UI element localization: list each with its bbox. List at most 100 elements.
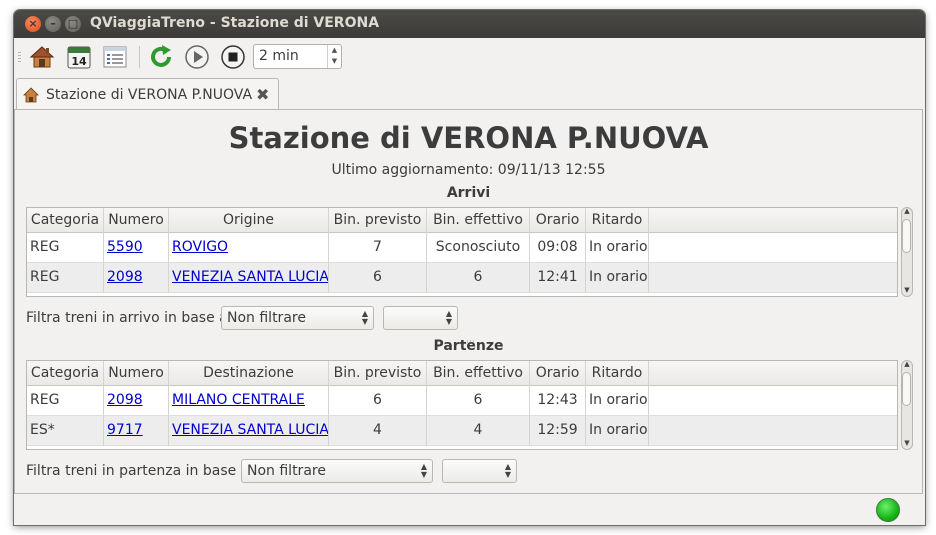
cell-bin-previsto: 6 (329, 386, 427, 416)
cell-orario: 09:08 (530, 233, 586, 263)
column-header[interactable]: Orario (530, 208, 586, 233)
toolbar-grip[interactable] (18, 52, 21, 62)
departures-filter-secondary-select[interactable]: ▲ ▼ (442, 459, 517, 483)
play-icon (185, 45, 209, 69)
departures-scrollbar[interactable]: ▲ ▼ (901, 360, 913, 450)
cell-luogo[interactable]: MILANO CENTRALE (169, 386, 329, 416)
arrivals-filter-secondary-select[interactable]: ▲ ▼ (383, 306, 458, 330)
maximize-window-button[interactable]: □ (65, 16, 81, 32)
cell-bin-effettivo: Sconosciuto (427, 233, 530, 263)
scroll-thumb[interactable] (902, 219, 911, 253)
table-row[interactable]: REG 2098 MILANO CENTRALE 6 6 12:43 In orario (27, 386, 897, 416)
column-header[interactable]: Categoria (27, 208, 104, 233)
tab-stazione[interactable]: Stazione di VERONA P.NUOVA ✖ (16, 78, 279, 112)
departures-filter-select[interactable]: Non filtrare ▲ ▼ (241, 459, 433, 483)
status-led-icon (876, 498, 900, 522)
close-window-button[interactable]: × (25, 16, 41, 32)
train-link[interactable]: 2098 (107, 269, 143, 285)
departures-table[interactable]: Categoria Numero Destinazione Bin. previsto… (26, 360, 898, 450)
table-row[interactable]: REG 5590 ROVIGO 7 Sconosciuto 09:08 In orario (27, 233, 897, 263)
departures-title: Partenze (433, 338, 504, 354)
train-link[interactable]: 2098 (107, 392, 143, 408)
cell-ritardo: In orario (586, 386, 649, 416)
column-header[interactable]: Bin. previsto (329, 208, 427, 233)
scroll-up-icon[interactable]: ▲ (901, 360, 913, 368)
minimize-window-button[interactable]: – (45, 16, 61, 32)
cell-orario: 12:59 (530, 416, 586, 446)
column-header[interactable]: Bin. effettivo (427, 361, 530, 386)
spin-up-icon[interactable]: ▲ (328, 45, 341, 56)
spin-down-icon[interactable]: ▼ (328, 56, 341, 67)
cell-numero[interactable]: 9717 (104, 416, 169, 446)
cell-bin-previsto: 4 (329, 416, 427, 446)
status-bar (14, 494, 925, 525)
last-update: Ultimo aggiornamento: 09/11/13 12:55 (331, 162, 606, 178)
train-link[interactable]: MILANO CENTRALE (172, 392, 305, 408)
refresh-interval-value: 2 min (259, 48, 299, 64)
home-button[interactable] (29, 44, 55, 70)
arrivals-filter-select[interactable]: Non filtrare ▲ ▼ (221, 306, 374, 330)
table-row[interactable]: REG 2098 VENEZIA SANTA LUCIA 6 6 12:41 In orar… (27, 263, 897, 293)
cell-luogo[interactable]: VENEZIA SANTA LUCIA (169, 416, 329, 446)
arrivals-title: Arrivi (446, 185, 491, 201)
tab-label: Stazione di VERONA P.NUOVA (46, 87, 253, 103)
cell-luogo[interactable]: ROVIGO (169, 233, 329, 263)
table-row[interactable]: ES* 9717 VENEZIA SANTA LUCIA 4 4 12:59 In orar… (27, 416, 897, 446)
updown-icon: ▲ ▼ (420, 462, 427, 479)
cell-luogo[interactable]: VENEZIA SANTA LUCIA (169, 263, 329, 293)
title-bar: × – □ QViaggiaTreno - Stazione di VERONA (14, 10, 925, 38)
table-header: Categoria Numero Origine Bin. previsto Bin. … (27, 208, 897, 233)
home-icon (23, 87, 39, 103)
train-link[interactable]: ROVIGO (172, 239, 228, 255)
column-header[interactable]: Origine (169, 208, 329, 233)
train-link[interactable]: VENEZIA SANTA LUCIA (172, 422, 328, 438)
cell-categoria: REG (27, 233, 104, 263)
scroll-up-icon[interactable]: ▲ (901, 207, 913, 215)
page-title: Stazione di VERONA P.NUOVA (228, 121, 709, 155)
cell-categoria: REG (27, 386, 104, 416)
column-header[interactable]: Destinazione (169, 361, 329, 386)
cell-orario: 12:43 (530, 386, 586, 416)
scroll-down-icon[interactable]: ▼ (901, 286, 913, 294)
column-header[interactable]: Bin. previsto (329, 361, 427, 386)
arrivals-scrollbar[interactable]: ▲ ▼ (901, 207, 913, 297)
column-header[interactable]: Bin. effettivo (427, 208, 530, 233)
scroll-thumb[interactable] (902, 372, 911, 406)
arrivals-table[interactable]: Categoria Numero Origine Bin. previsto Bin. … (26, 207, 898, 297)
scroll-down-icon[interactable]: ▼ (901, 439, 913, 447)
table-header: Categoria Numero Destinazione Bin. previsto… (27, 361, 897, 386)
calendar-button[interactable]: 14 (66, 44, 92, 70)
window-title: QViaggiaTreno - Stazione di VERONA (90, 15, 380, 31)
list-icon (103, 46, 127, 68)
refresh-interval-spinbox[interactable]: 2 min ▲ ▼ (253, 44, 342, 69)
cell-ritardo: In orario (586, 416, 649, 446)
cell-bin-previsto: 7 (329, 233, 427, 263)
stop-button[interactable] (220, 44, 246, 70)
cell-numero[interactable]: 5590 (104, 233, 169, 263)
train-link[interactable]: 5590 (107, 239, 143, 255)
refresh-button[interactable] (148, 44, 174, 70)
spinbox-arrows[interactable]: ▲ ▼ (327, 45, 341, 68)
cell-bin-effettivo: 4 (427, 416, 530, 446)
column-header[interactable]: Numero (104, 361, 169, 386)
cell-categoria: ES* (27, 416, 104, 446)
station-panel: Stazione di VERONA P.NUOVA Ultimo aggior… (14, 109, 923, 494)
cell-numero[interactable]: 2098 (104, 386, 169, 416)
train-link[interactable]: VENEZIA SANTA LUCIA (172, 269, 328, 285)
tab-bar: Stazione di VERONA P.NUOVA ✖ (14, 76, 925, 112)
cell-numero[interactable]: 2098 (104, 263, 169, 293)
column-header[interactable]: Orario (530, 361, 586, 386)
column-header[interactable]: Ritardo (586, 208, 649, 233)
column-header[interactable]: Ritardo (586, 361, 649, 386)
refresh-icon (151, 45, 171, 67)
column-header[interactable]: Categoria (27, 361, 104, 386)
train-link[interactable]: 9717 (107, 422, 143, 438)
departures-filter-label: Filtra treni in partenza in base a (26, 463, 250, 479)
start-button[interactable] (184, 44, 210, 70)
close-tab-icon[interactable]: ✖ (256, 85, 269, 104)
home-icon (29, 46, 55, 68)
list-view-button[interactable] (102, 44, 128, 70)
column-header[interactable]: Numero (104, 208, 169, 233)
cell-bin-effettivo: 6 (427, 263, 530, 293)
departures-filter-value: Non filtrare (247, 463, 326, 479)
